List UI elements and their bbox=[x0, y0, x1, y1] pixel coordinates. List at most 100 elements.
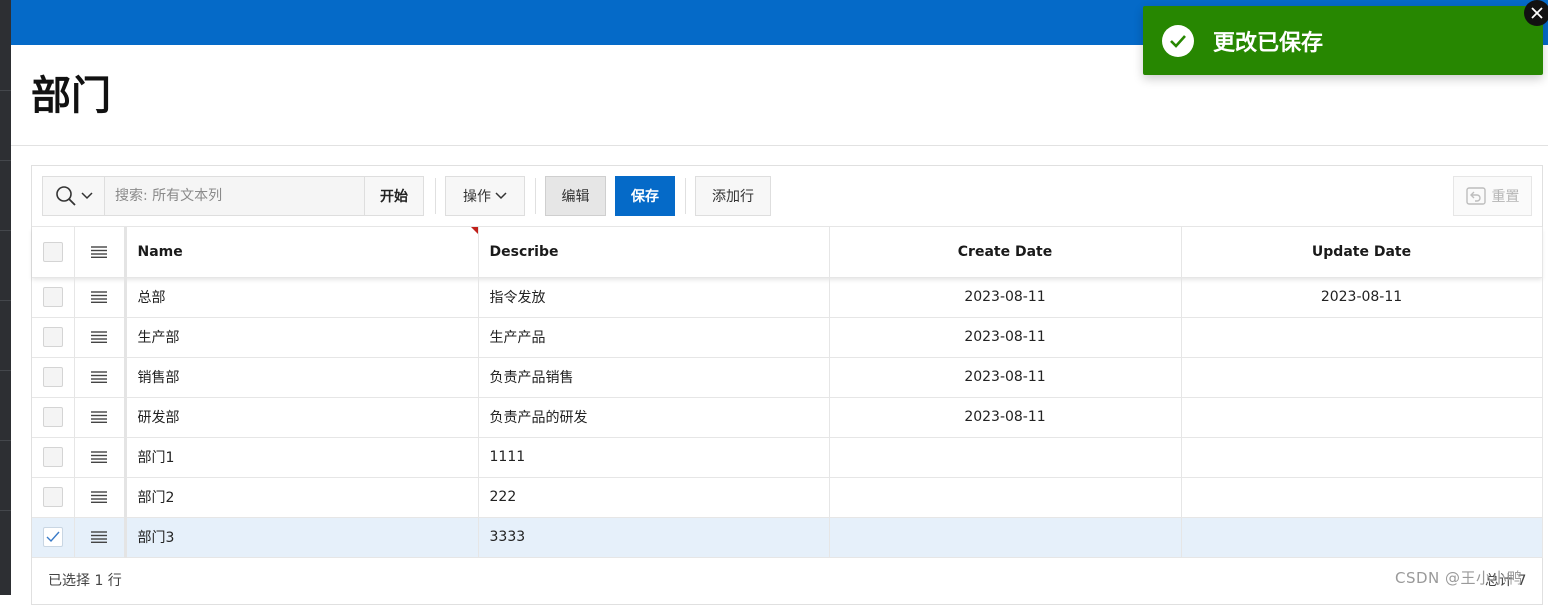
success-toast: 更改已保存 bbox=[1143, 6, 1543, 75]
search-icon bbox=[55, 186, 76, 206]
row-actions-cell[interactable] bbox=[74, 437, 127, 478]
cell-update-date[interactable] bbox=[1181, 517, 1543, 558]
cell-update-date[interactable] bbox=[1181, 317, 1543, 358]
row-select-cell bbox=[32, 277, 75, 318]
row-actions-cell[interactable] bbox=[74, 357, 127, 398]
row-checkbox[interactable] bbox=[42, 287, 63, 307]
hamburger-menu-icon bbox=[91, 451, 107, 463]
cell-update-date[interactable] bbox=[1181, 397, 1543, 438]
cell-describe[interactable]: 222 bbox=[478, 477, 830, 518]
row-select-cell bbox=[32, 317, 75, 358]
row-select-cell bbox=[32, 437, 75, 478]
table-row[interactable]: 部门3 3333 bbox=[32, 517, 1543, 558]
chevron-down-icon bbox=[495, 192, 507, 200]
title-divider bbox=[11, 145, 1548, 146]
cell-update-date[interactable] bbox=[1181, 437, 1543, 478]
select-all-cell bbox=[32, 227, 75, 278]
data-table: Name Describe Create Date Update Date 总部… bbox=[32, 227, 1543, 558]
cell-name[interactable]: 生产部 bbox=[125, 317, 479, 358]
save-button[interactable]: 保存 bbox=[615, 176, 675, 216]
watermark: CSDN @王小小鸭 bbox=[1395, 569, 1523, 587]
cell-name[interactable]: 部门2 bbox=[125, 477, 479, 518]
table-row[interactable]: 销售部 负责产品销售 2023-08-11 bbox=[32, 357, 1543, 398]
column-header-create-date[interactable]: Create Date bbox=[829, 227, 1182, 278]
row-select-cell bbox=[32, 517, 75, 558]
toast-close-button[interactable] bbox=[1524, 0, 1548, 26]
reset-button[interactable]: 重置 bbox=[1453, 176, 1532, 216]
toast-message: 更改已保存 bbox=[1213, 30, 1324, 56]
cell-name[interactable]: 销售部 bbox=[125, 357, 479, 398]
cell-create-date[interactable] bbox=[829, 477, 1182, 518]
cell-describe[interactable]: 负责产品销售 bbox=[478, 357, 830, 398]
page-title: 部门 bbox=[31, 73, 111, 119]
add-row-button[interactable]: 添加行 bbox=[695, 176, 771, 216]
hamburger-menu-icon bbox=[91, 411, 107, 423]
row-checkbox[interactable] bbox=[42, 527, 63, 547]
column-resize-marker bbox=[470, 227, 477, 234]
column-header-name[interactable]: Name bbox=[125, 227, 479, 278]
row-actions-cell[interactable] bbox=[74, 477, 127, 518]
selection-count: 已选择 1 行 bbox=[48, 573, 122, 589]
cell-describe[interactable]: 1111 bbox=[478, 437, 830, 478]
chevron-down-icon bbox=[80, 192, 93, 200]
row-checkbox[interactable] bbox=[42, 367, 63, 387]
table-row[interactable]: 研发部 负责产品的研发 2023-08-11 bbox=[32, 397, 1543, 438]
check-circle-icon bbox=[1162, 24, 1194, 57]
search-column-menu-button[interactable] bbox=[43, 177, 105, 215]
hamburger-menu-icon bbox=[91, 291, 107, 303]
cell-update-date[interactable] bbox=[1181, 357, 1543, 398]
row-checkbox[interactable] bbox=[42, 447, 63, 467]
row-actions-cell[interactable] bbox=[74, 517, 127, 558]
cell-create-date[interactable]: 2023-08-11 bbox=[829, 397, 1182, 438]
row-actions-cell[interactable] bbox=[74, 277, 127, 318]
cell-describe[interactable]: 生产产品 bbox=[478, 317, 830, 358]
cell-describe[interactable]: 指令发放 bbox=[478, 277, 830, 318]
row-select-cell bbox=[32, 477, 75, 518]
cell-create-date[interactable] bbox=[829, 517, 1182, 558]
grid-toolbar: 开始 操作 编辑 保存 添加行 重置 bbox=[32, 166, 1542, 227]
left-nav-strip bbox=[0, 0, 11, 595]
cell-update-date[interactable] bbox=[1181, 477, 1543, 518]
header-menu-cell bbox=[74, 227, 127, 278]
column-header-describe[interactable]: Describe bbox=[478, 227, 830, 278]
row-actions-cell[interactable] bbox=[74, 397, 127, 438]
row-actions-cell[interactable] bbox=[74, 317, 127, 358]
toolbar-separator bbox=[535, 178, 536, 214]
table-row[interactable]: 部门1 1111 bbox=[32, 437, 1543, 478]
reset-label: 重置 bbox=[1491, 189, 1520, 205]
edit-button[interactable]: 编辑 bbox=[545, 176, 606, 216]
hamburger-menu-icon bbox=[91, 491, 107, 503]
close-icon bbox=[1531, 7, 1543, 19]
row-checkbox[interactable] bbox=[42, 327, 63, 347]
column-header-update-date[interactable]: Update Date bbox=[1181, 227, 1543, 278]
cell-create-date[interactable] bbox=[829, 437, 1182, 478]
header-row: Name Describe Create Date Update Date bbox=[32, 227, 1543, 278]
cell-create-date[interactable]: 2023-08-11 bbox=[829, 277, 1182, 318]
row-checkbox[interactable] bbox=[42, 487, 63, 507]
go-button[interactable]: 开始 bbox=[364, 176, 424, 216]
row-select-cell bbox=[32, 357, 75, 398]
cell-update-date[interactable]: 2023-08-11 bbox=[1181, 277, 1543, 318]
hamburger-menu-icon bbox=[91, 371, 107, 383]
cell-name[interactable]: 部门1 bbox=[125, 437, 479, 478]
cell-describe[interactable]: 负责产品的研发 bbox=[478, 397, 830, 438]
row-select-cell bbox=[32, 397, 75, 438]
cell-name[interactable]: 研发部 bbox=[125, 397, 479, 438]
select-all-checkbox[interactable] bbox=[42, 241, 63, 262]
hamburger-menu-icon bbox=[91, 331, 107, 343]
actions-label: 操作 bbox=[463, 189, 491, 205]
toolbar-separator bbox=[435, 178, 436, 214]
hamburger-menu-icon bbox=[91, 246, 107, 258]
row-checkbox[interactable] bbox=[42, 407, 63, 427]
cell-create-date[interactable]: 2023-08-11 bbox=[829, 317, 1182, 358]
cell-create-date[interactable]: 2023-08-11 bbox=[829, 357, 1182, 398]
cell-name[interactable]: 部门3 bbox=[125, 517, 479, 558]
table-row[interactable]: 生产部 生产产品 2023-08-11 bbox=[32, 317, 1543, 358]
cell-describe[interactable]: 3333 bbox=[478, 517, 830, 558]
table-row[interactable]: 部门2 222 bbox=[32, 477, 1543, 518]
actions-menu-button[interactable]: 操作 bbox=[445, 176, 525, 216]
table-row[interactable]: 总部 指令发放 2023-08-11 2023-08-11 bbox=[32, 277, 1543, 318]
cell-name[interactable]: 总部 bbox=[125, 277, 479, 318]
interactive-grid: 开始 操作 编辑 保存 添加行 重置 bbox=[31, 165, 1543, 605]
hamburger-menu-icon bbox=[91, 531, 107, 543]
